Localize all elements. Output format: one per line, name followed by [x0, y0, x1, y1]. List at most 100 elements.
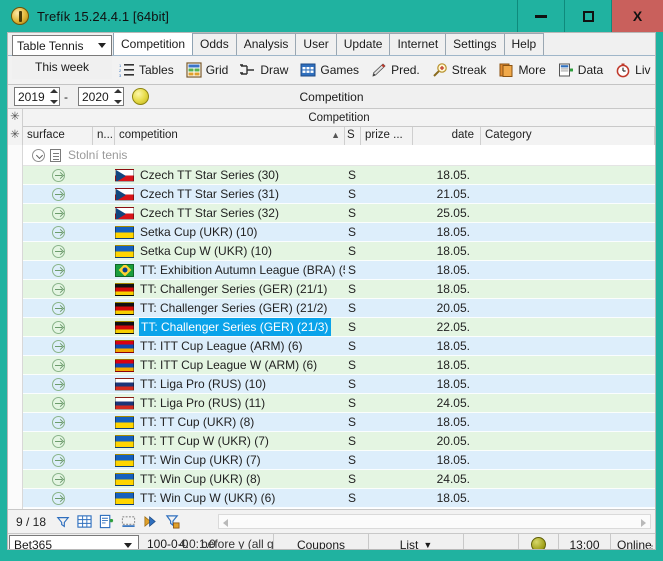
sort-ascending-icon: ▲ — [331, 127, 340, 144]
column-header-s[interactable]: S — [345, 127, 361, 145]
cell-category — [481, 413, 655, 432]
window-controls: X — [517, 0, 663, 32]
tab-help[interactable]: Help — [504, 33, 545, 55]
column-header-category[interactable]: Category — [481, 127, 655, 145]
toolbar-live-button[interactable]: Liv — [609, 57, 655, 84]
resize-grip-icon[interactable] — [643, 543, 653, 550]
toolbar-streak-button[interactable]: Streak — [426, 57, 493, 84]
collapse-icon[interactable] — [32, 149, 45, 162]
tab-internet[interactable]: Internet — [389, 33, 446, 55]
tab-analysis[interactable]: Analysis — [236, 33, 297, 55]
toolbar-data-button[interactable]: Data — [552, 57, 609, 84]
sport-selector-group: Table Tennis This week — [12, 35, 112, 79]
toolbar-games-button[interactable]: Games — [294, 57, 365, 84]
go-arrow-icon[interactable] — [52, 321, 65, 334]
tab-competition[interactable]: Competition — [113, 32, 193, 55]
competition-name: TT: ITT Cup League (ARM) (6) — [139, 337, 303, 356]
table-row[interactable]: Czech TT Star Series (30) S 18.05. — [8, 166, 655, 185]
table-row[interactable]: TT: TT Cup W (UKR) (7) S 20.05. — [8, 432, 655, 451]
column-header-date[interactable]: date — [413, 127, 481, 145]
column-header-prize[interactable]: prize ... — [361, 127, 413, 145]
go-arrow-icon[interactable] — [52, 416, 65, 429]
toolbar-pred-button[interactable]: Pred. — [365, 57, 426, 84]
go-arrow-icon[interactable] — [52, 378, 65, 391]
go-arrow-icon[interactable] — [52, 397, 65, 410]
table-row[interactable]: Czech TT Star Series (31) S 21.05. — [8, 185, 655, 204]
go-arrow-icon[interactable] — [52, 283, 65, 296]
cell-prize — [361, 185, 413, 204]
table-row[interactable]: TT: Win Cup (UKR) (7) S 18.05. — [8, 451, 655, 470]
grid-group-asterisk[interactable]: ✳ — [8, 109, 23, 127]
sport-select[interactable]: Table Tennis — [12, 35, 112, 56]
table-row[interactable]: TT: Liga Pro (RUS) (11) S 24.05. — [8, 394, 655, 413]
table-row[interactable]: Setka Cup (UKR) (10) S 18.05. — [8, 223, 655, 242]
table-row[interactable]: TT: Win Cup (UKR) (8) S 24.05. — [8, 470, 655, 489]
go-arrow-icon[interactable] — [52, 340, 65, 353]
go-arrow-icon[interactable] — [52, 492, 65, 505]
toolbar-draw-button[interactable]: Draw — [234, 57, 294, 84]
tab-settings[interactable]: Settings — [445, 33, 504, 55]
status-lamp-panel[interactable] — [519, 534, 559, 550]
go-arrow-icon[interactable] — [52, 169, 65, 182]
application-window: Trefík 15.24.4.1 [64bit] X Competition O… — [0, 0, 663, 561]
filter-clear-icon[interactable] — [165, 514, 180, 529]
toolbar-grid-button[interactable]: Grid — [180, 57, 235, 84]
go-arrow-icon[interactable] — [52, 188, 65, 201]
column-header-competition[interactable]: competition ▲ — [115, 127, 345, 145]
go-arrow-icon[interactable] — [52, 435, 65, 448]
column-header-surface[interactable]: surface — [23, 127, 93, 145]
tab-odds[interactable]: Odds — [192, 33, 237, 55]
table-row[interactable]: TT: Win Cup W (UKR) (6) S 18.05. — [8, 489, 655, 508]
go-arrow-icon[interactable] — [52, 454, 65, 467]
apply-icon[interactable] — [143, 514, 158, 529]
cell-competition: TT: Challenger Series (GER) (21/3) — [115, 318, 345, 337]
toolbar-tables-button[interactable]: 1 2 3 Tables — [113, 57, 180, 84]
go-arrow-icon[interactable] — [52, 245, 65, 258]
tab-user[interactable]: User — [295, 33, 336, 55]
scroll-right-icon[interactable] — [641, 519, 646, 527]
go-arrow-icon[interactable] — [52, 359, 65, 372]
cell-date: 18.05. — [413, 242, 481, 261]
scroll-left-icon[interactable] — [223, 519, 228, 527]
cell-s: S — [345, 337, 361, 356]
cell-surface — [23, 166, 93, 185]
table-row[interactable]: TT: TT Cup (UKR) (8) S 18.05. — [8, 413, 655, 432]
period-label[interactable]: This week — [12, 56, 112, 79]
table-row-selected[interactable]: TT: Challenger Series (GER) (21/3) S 22.… — [8, 318, 655, 337]
go-arrow-icon[interactable] — [52, 264, 65, 277]
table-row[interactable]: TT: ITT Cup League W (ARM) (6) S 18.05. — [8, 356, 655, 375]
magnifier-plus-icon — [432, 62, 448, 78]
table-row[interactable]: TT: Challenger Series (GER) (21/2) S 20.… — [8, 299, 655, 318]
status-list-dropdown[interactable]: List ▼ — [369, 534, 464, 550]
table-row[interactable]: Czech TT Star Series (32) S 25.05. — [8, 204, 655, 223]
column-header-n[interactable]: n... — [93, 127, 115, 145]
status-coupons-button[interactable]: Coupons — [274, 534, 369, 550]
minimize-button[interactable] — [517, 0, 564, 32]
status-online-dropdown[interactable]: Online ▼ — [611, 534, 655, 550]
filter-icon[interactable] — [56, 515, 70, 529]
group-row-stolni-tenis[interactable]: Stolní tenis — [8, 145, 655, 166]
go-arrow-icon[interactable] — [52, 226, 65, 239]
table-row[interactable]: TT: ITT Cup League (ARM) (6) S 18.05. — [8, 337, 655, 356]
tab-update[interactable]: Update — [336, 33, 391, 55]
table-icon[interactable] — [77, 514, 92, 529]
go-arrow-icon[interactable] — [52, 473, 65, 486]
maximize-button[interactable] — [564, 0, 611, 32]
cell-n — [93, 318, 115, 337]
new-record-icon[interactable] — [99, 514, 114, 529]
table-row[interactable]: TT: Exhibition Autumn League (BRA) (5) S… — [8, 261, 655, 280]
toolbar-more-button[interactable]: More — [492, 57, 551, 84]
close-button[interactable]: X — [611, 0, 663, 32]
table-row[interactable]: Setka Cup W (UKR) (10) S 18.05. — [8, 242, 655, 261]
status-odds-panel[interactable]: 100-0-0 4.0:1.0 before y (all game — [139, 534, 274, 550]
column-header-asterisk[interactable]: ✳ — [8, 127, 23, 145]
go-arrow-icon[interactable] — [52, 302, 65, 315]
go-arrow-icon[interactable] — [52, 207, 65, 220]
bookmaker-select[interactable]: Bet365 — [9, 535, 139, 550]
cell-category — [481, 489, 655, 508]
table-row[interactable]: TT: Liga Pro (RUS) (10) S 18.05. — [8, 375, 655, 394]
cell-n — [93, 394, 115, 413]
select-icon[interactable] — [121, 514, 136, 529]
horizontal-scrollbar[interactable] — [218, 514, 651, 529]
table-row[interactable]: TT: Challenger Series (GER) (21/1) S 18.… — [8, 280, 655, 299]
